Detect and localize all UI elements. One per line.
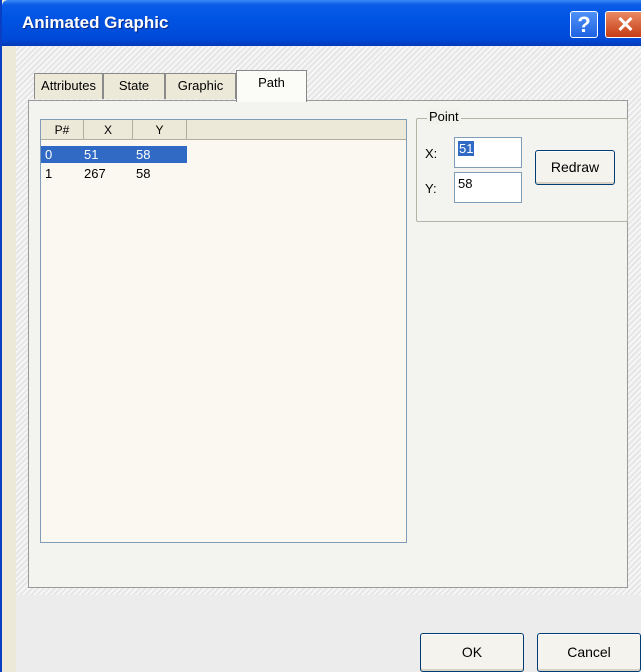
y-label: Y: <box>425 181 437 196</box>
cell-x: 51 <box>84 147 99 162</box>
close-button[interactable]: ✕ <box>605 11 641 38</box>
tab-attributes[interactable]: Attributes <box>34 73 103 99</box>
tab-path[interactable]: Path <box>236 70 307 102</box>
list-row[interactable]: 1 267 58 <box>41 165 187 182</box>
x-field[interactable]: 51 <box>454 137 522 168</box>
column-header-x[interactable]: X <box>84 120 133 140</box>
path-points-list[interactable]: P# X Y 0 51 58 1 267 58 <box>40 119 407 543</box>
question-mark-icon: ? <box>577 11 591 37</box>
x-label: X: <box>425 146 438 161</box>
y-field-value: 58 <box>458 176 473 191</box>
list-header: P# X Y <box>41 120 406 140</box>
cell-x: 267 <box>84 166 106 181</box>
redraw-button[interactable]: Redraw <box>535 150 615 185</box>
close-icon: ✕ <box>616 11 635 37</box>
x-field-value: 51 <box>458 141 475 156</box>
list-row-selected[interactable]: 0 51 58 <box>41 146 187 163</box>
column-header-filler <box>187 120 406 140</box>
tab-state[interactable]: State <box>103 73 165 99</box>
tab-graphic[interactable]: Graphic <box>165 73 236 99</box>
column-header-y[interactable]: Y <box>133 120 187 140</box>
cell-p: 1 <box>45 166 53 181</box>
cell-y: 58 <box>136 166 151 181</box>
y-field[interactable]: 58 <box>454 172 522 203</box>
dialog-window: Animated Graphic ? ✕ Attributes State Gr… <box>0 0 641 672</box>
title-bar[interactable]: Animated Graphic ? ✕ <box>2 0 641 46</box>
column-header-p[interactable]: P# <box>41 120 84 140</box>
cell-p: 0 <box>45 147 53 162</box>
cancel-button[interactable]: Cancel <box>537 633 641 672</box>
cell-y: 58 <box>136 147 151 162</box>
window-title: Animated Graphic <box>22 13 169 32</box>
help-button[interactable]: ? <box>570 11 598 38</box>
point-group-label: Point <box>427 109 461 124</box>
ok-button[interactable]: OK <box>420 633 524 672</box>
